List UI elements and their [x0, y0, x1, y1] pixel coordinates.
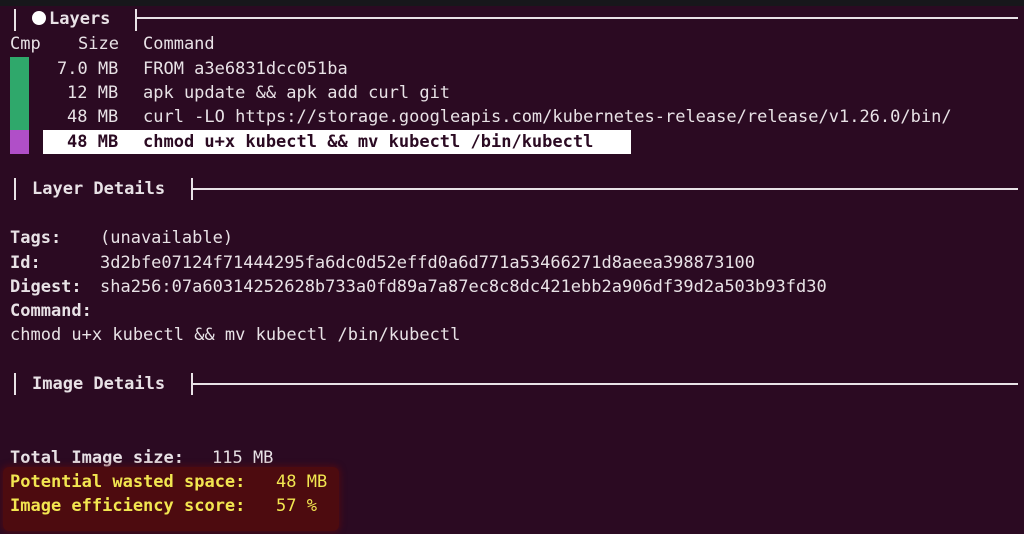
- wasted-space-label: Potential wasted space:: [10, 472, 246, 492]
- image-details-title: Image Details: [32, 374, 166, 394]
- layers-title-left-bar: [14, 9, 16, 31]
- efficiency-score-label: Image efficiency score:: [10, 496, 246, 516]
- image-details-title-rule: [193, 383, 1018, 385]
- cmp-efficiency-bar: [10, 130, 29, 154]
- wasted-space-value: 48 MB: [276, 472, 328, 492]
- layer-details-title-rule: [193, 188, 1018, 190]
- column-header-command: Command: [143, 34, 215, 54]
- tags-label: Tags:: [10, 228, 62, 248]
- layer-command: curl -LO https://storage.googleapis.com/…: [143, 107, 952, 127]
- layer-size: 48 MB: [67, 132, 119, 152]
- digest-value: sha256:07a60314252628b733a0fd89a7a87ec8c…: [100, 277, 827, 297]
- cmp-efficiency-bar: [10, 57, 29, 82]
- layer-size: 7.0 MB: [57, 59, 119, 79]
- column-header-size: Size: [78, 34, 119, 54]
- layers-title-right-bar: [135, 9, 137, 31]
- id-label: Id:: [10, 253, 41, 273]
- layer-command: apk update && apk add curl git: [143, 83, 451, 103]
- tags-value: (unavailable): [100, 228, 234, 248]
- layer-details-title: Layer Details: [32, 179, 166, 199]
- command-label: Command:: [10, 301, 92, 321]
- layers-title-text: Layers: [49, 9, 111, 29]
- cmp-efficiency-bar: [10, 105, 29, 130]
- window-top-edge: [0, 0, 1024, 6]
- image-details-title-left-bar: [14, 373, 16, 395]
- efficiency-score-value: 57 %: [276, 496, 317, 516]
- active-pane-bullet-icon: [32, 11, 46, 25]
- layer-command: FROM a3e6831dcc051ba: [143, 59, 348, 79]
- id-value: 3d2bfe07124f71444295fa6dc0d52effd0a6d771…: [100, 253, 756, 273]
- layer-size: 48 MB: [67, 107, 119, 127]
- cmp-efficiency-bar: [10, 81, 29, 106]
- command-value: chmod u+x kubectl && mv kubectl /bin/kub…: [10, 325, 461, 345]
- column-header-cmp: Cmp: [10, 34, 41, 54]
- digest-label: Digest:: [10, 277, 82, 297]
- layer-size: 12 MB: [67, 83, 119, 103]
- layer-details-title-left-bar: [14, 178, 16, 200]
- layer-command: chmod u+x kubectl && mv kubectl /bin/kub…: [143, 132, 594, 152]
- layers-title-rule: [137, 17, 1018, 19]
- layers-title: Layers: [32, 7, 110, 31]
